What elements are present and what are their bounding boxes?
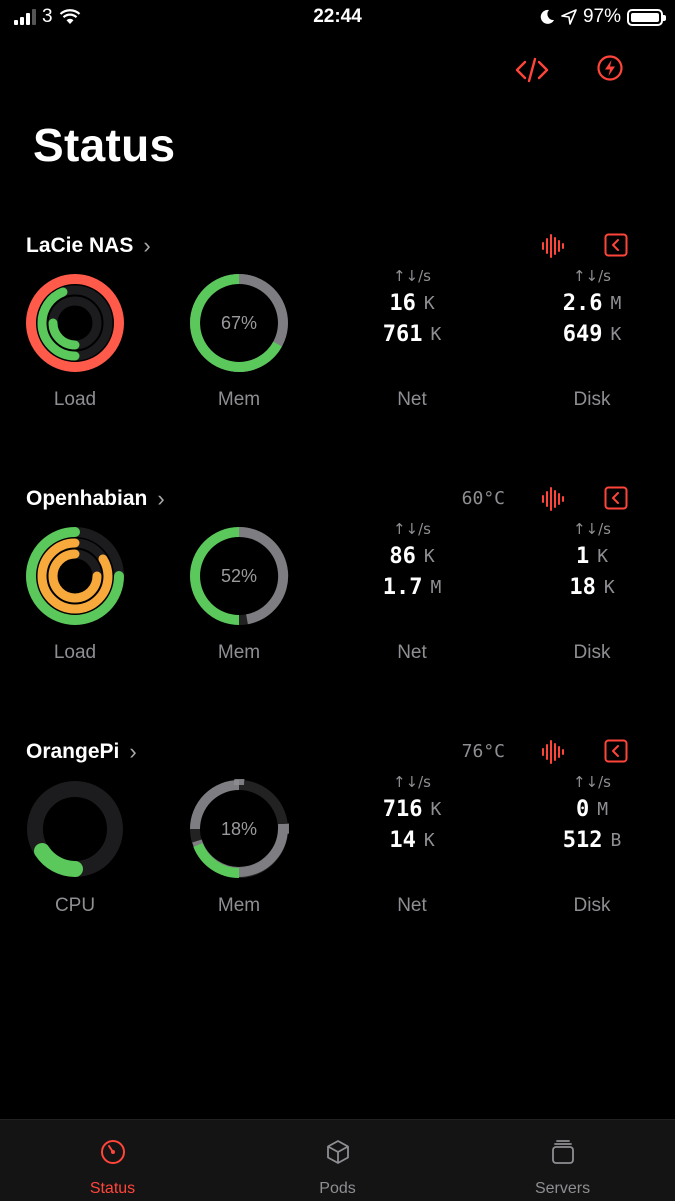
mem-gauge: 18%	[189, 736, 332, 879]
server-name: OrangePi	[26, 740, 120, 763]
cpu-gauge	[27, 781, 123, 877]
chevron-right-icon: ›	[143, 233, 151, 258]
arrows-label: ↑↓/s	[572, 267, 611, 285]
battery-percent: 97%	[582, 6, 621, 27]
terminal-icon[interactable]	[604, 233, 628, 257]
tab-label: Pods	[319, 1180, 356, 1197]
waveform-icon[interactable]	[540, 739, 564, 765]
disk-write-value: 649	[562, 322, 603, 347]
stack-icon	[552, 1140, 574, 1164]
tab-label: Status	[89, 1180, 136, 1197]
gauge-label: CPU	[54, 895, 96, 916]
moon-icon	[540, 9, 554, 24]
server-name: LaCie NAS	[26, 234, 134, 257]
net-down-value: 1.7	[382, 575, 423, 600]
unit: M	[430, 577, 442, 598]
net-up-value: 716	[382, 797, 423, 822]
tab-status[interactable]: Status	[0, 1120, 225, 1201]
net-down-value: 14	[389, 828, 416, 853]
net-up-value: 86	[389, 544, 416, 569]
tab-bar: Status Pods Servers	[0, 1119, 675, 1201]
disk-write-value: 18	[569, 575, 596, 600]
disk-read-value: 0	[575, 797, 590, 822]
disk-metric: ↑↓/s 1K 18 K	[532, 520, 652, 600]
server-name: Openhabian	[26, 487, 148, 510]
net-up-value: 16	[389, 291, 416, 316]
gauge-label: Mem	[217, 895, 261, 916]
server-header[interactable]: LaCie NAS ›	[26, 231, 151, 261]
mem-gauge: 67%	[189, 273, 289, 373]
cube-icon	[327, 1140, 349, 1164]
unit: M	[597, 799, 609, 820]
net-metric: ↑↓/s 716 K 14 K	[352, 773, 472, 853]
gauge-label: Net	[397, 895, 427, 916]
terminal-icon[interactable]	[604, 739, 628, 763]
waveform-icon[interactable]	[540, 233, 564, 259]
disk-metric: ↑↓/s 0M 512 B	[532, 773, 652, 853]
server-header[interactable]: OrangePi ›	[26, 737, 137, 767]
gauge-label: Mem	[217, 389, 261, 410]
gauge-label: Mem	[217, 642, 261, 663]
net-metric: ↑↓/s 16 K 761 K	[352, 267, 472, 347]
waveform-icon[interactable]	[540, 486, 564, 512]
unit: K	[603, 577, 615, 598]
arrows-label: ↑↓/s	[572, 773, 611, 791]
unit: K	[430, 799, 442, 820]
tab-pods[interactable]: Pods	[225, 1120, 450, 1201]
battery-icon	[627, 8, 666, 26]
tab-label: Servers	[534, 1180, 591, 1197]
gauge-label: Net	[397, 642, 427, 663]
chevron-right-icon: ›	[129, 739, 137, 764]
gauge-label: Load	[53, 642, 97, 663]
bolt-icon[interactable]	[592, 52, 628, 88]
net-metric: ↑↓/s 86 K 1.7 M	[352, 520, 472, 600]
location-icon	[561, 9, 577, 25]
gauge-icon	[101, 1140, 125, 1164]
load-gauge	[26, 274, 124, 372]
server-header[interactable]: Openhabian ›	[26, 484, 165, 514]
unit: K	[430, 324, 442, 345]
server-card-lacie-nas: LaCie NAS › Load 67% Mem ↑↓/s 16 K 761 K…	[0, 231, 675, 451]
disk-read-value: 1	[575, 544, 590, 569]
arrows-label: ↑↓/s	[392, 773, 431, 791]
temperature: 60°C	[461, 488, 505, 509]
gauge-label: Net	[397, 389, 427, 410]
unit: K	[423, 293, 435, 314]
server-card-orangepi: OrangePi › 76°C CPU 18% Mem ↑↓/s 716 K 14…	[0, 736, 675, 957]
terminal-icon[interactable]	[604, 486, 628, 510]
unit: B	[610, 830, 622, 851]
mem-percent: 18%	[220, 819, 258, 839]
disk-metric: ↑↓/s 2.6 M 649 K	[532, 267, 652, 347]
unit: K	[610, 324, 622, 345]
temperature: 76°C	[461, 741, 505, 762]
disk-write-value: 512	[562, 828, 603, 853]
unit: K	[423, 830, 435, 851]
code-icon[interactable]	[514, 52, 550, 88]
gauge-label: Disk	[573, 895, 611, 916]
gauge-label: Disk	[573, 642, 611, 663]
net-down-value: 761	[382, 322, 423, 347]
server-card-openhabian: Openhabian › 60°C Load 52% Mem ↑↓/s 86 K …	[0, 484, 675, 704]
unit: K	[423, 546, 435, 567]
load-gauge	[26, 527, 124, 625]
page-title: Status	[33, 119, 176, 171]
mem-gauge: 52%	[189, 526, 289, 626]
tab-servers[interactable]: Servers	[450, 1120, 675, 1201]
unit: M	[610, 293, 622, 314]
mem-percent: 52%	[220, 566, 258, 586]
arrows-label: ↑↓/s	[392, 520, 431, 538]
gauge-label: Load	[53, 389, 97, 410]
chevron-right-icon: ›	[157, 486, 165, 511]
arrows-label: ↑↓/s	[572, 520, 611, 538]
arrows-label: ↑↓/s	[392, 267, 431, 285]
mem-percent: 67%	[220, 313, 258, 333]
gauge-label: Disk	[573, 389, 611, 410]
disk-read-value: 2.6	[562, 291, 603, 316]
status-bar: 3 22:44 97%	[0, 0, 675, 36]
unit: K	[597, 546, 609, 567]
